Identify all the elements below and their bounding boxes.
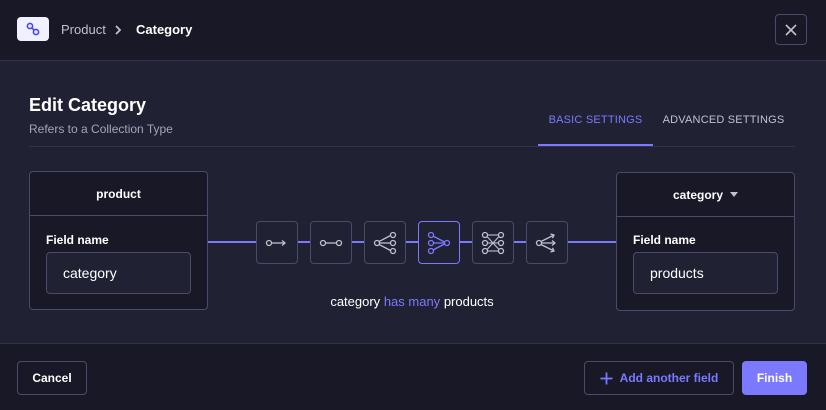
breadcrumb-category: Category [136, 22, 193, 37]
right-card-title: category [672, 187, 724, 202]
relation-many-to-one-button[interactable] [418, 221, 460, 264]
breadcrumb-product[interactable]: Product [61, 22, 106, 37]
relation-description: category has many products [208, 294, 616, 309]
close-button[interactable] [775, 14, 807, 45]
right-field-label: Field name [633, 233, 696, 247]
add-another-field-button[interactable]: Add another field [584, 361, 734, 395]
right-field-name-input[interactable] [633, 252, 778, 294]
relation-many-way-button[interactable] [526, 221, 568, 264]
active-tab-indicator [538, 144, 653, 146]
relation-many-to-many-button[interactable] [472, 221, 514, 264]
one-way-icon [265, 239, 287, 246]
plus-icon [600, 372, 613, 384]
target-collection-select[interactable]: category [617, 173, 794, 217]
right-relation-card: category Field name [616, 172, 795, 311]
tabs-divider [29, 146, 795, 147]
close-icon [785, 23, 797, 36]
many-way-icon [535, 232, 557, 253]
cancel-button[interactable]: Cancel [17, 361, 87, 395]
modal-header: Product Category [0, 0, 826, 61]
left-field-label: Field name [46, 233, 109, 247]
relation-target-name: products [443, 294, 494, 309]
left-card-header: product [30, 172, 207, 216]
relation-one-to-many-button[interactable] [364, 221, 406, 264]
modal-footer: Cancel Add another field Finish [0, 343, 826, 410]
modal-title: Edit Category [29, 95, 147, 115]
many-to-one-icon [427, 231, 451, 254]
tab-basic-settings[interactable]: BASIC SETTINGS [538, 114, 653, 126]
left-card-title: product [96, 186, 141, 201]
modal-subtitle: Refers to a Collection Type [29, 122, 173, 136]
one-to-many-icon [373, 231, 397, 254]
relation-one-to-one-button[interactable] [310, 221, 352, 264]
caret-down-icon [730, 192, 739, 197]
finish-button[interactable]: Finish [742, 361, 807, 395]
left-relation-card: product Field name [29, 171, 208, 310]
one-to-one-icon [319, 239, 343, 246]
relation-verb: has many [383, 294, 441, 309]
chevron-right-icon [115, 25, 122, 35]
add-another-field-label: Add another field [619, 371, 719, 385]
relation-source-name: category [330, 294, 381, 309]
relation-link-icon [17, 17, 49, 41]
left-field-name-input[interactable] [46, 252, 191, 294]
tab-advanced-settings[interactable]: ADVANCED SETTINGS [655, 114, 792, 126]
relation-one-way-button[interactable] [256, 221, 298, 264]
many-to-many-icon [481, 231, 505, 254]
